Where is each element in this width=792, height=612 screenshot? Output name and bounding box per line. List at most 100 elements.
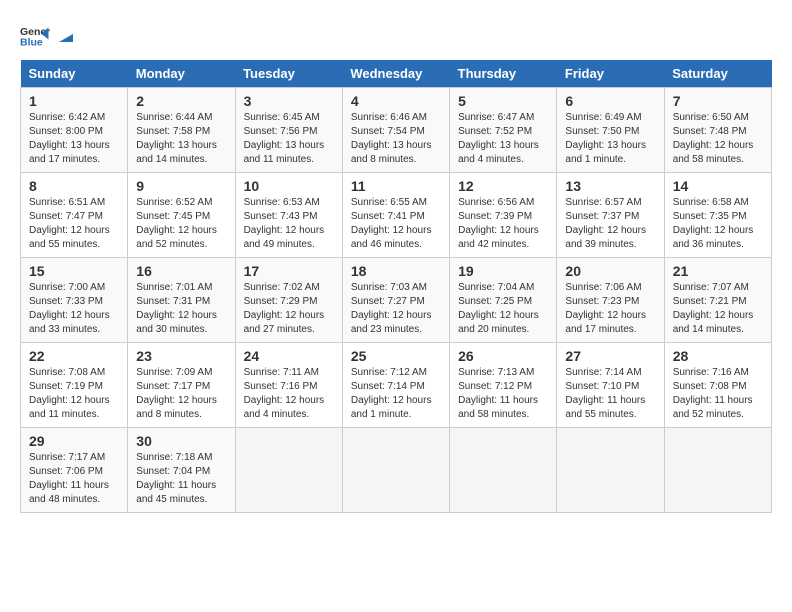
day-number: 19	[458, 263, 548, 279]
calendar-cell: 7 Sunrise: 6:50 AMSunset: 7:48 PMDayligh…	[664, 88, 771, 173]
day-number: 20	[565, 263, 655, 279]
day-number: 4	[351, 93, 441, 109]
day-info: Sunrise: 6:52 AMSunset: 7:45 PMDaylight:…	[136, 197, 217, 250]
logo-icon: General Blue	[20, 20, 50, 50]
calendar-cell: 27 Sunrise: 7:14 AMSunset: 7:10 PMDaylig…	[557, 343, 664, 428]
day-info: Sunrise: 7:07 AMSunset: 7:21 PMDaylight:…	[673, 282, 754, 335]
day-info: Sunrise: 7:03 AMSunset: 7:27 PMDaylight:…	[351, 282, 432, 335]
calendar-cell: 29 Sunrise: 7:17 AMSunset: 7:06 PMDaylig…	[21, 428, 128, 513]
calendar-week-row: 22 Sunrise: 7:08 AMSunset: 7:19 PMDaylig…	[21, 343, 772, 428]
calendar-cell: 21 Sunrise: 7:07 AMSunset: 7:21 PMDaylig…	[664, 258, 771, 343]
day-number: 25	[351, 348, 441, 364]
day-number: 5	[458, 93, 548, 109]
day-number: 2	[136, 93, 226, 109]
day-number: 30	[136, 433, 226, 449]
calendar-week-row: 29 Sunrise: 7:17 AMSunset: 7:06 PMDaylig…	[21, 428, 772, 513]
day-info: Sunrise: 7:14 AMSunset: 7:10 PMDaylight:…	[565, 367, 645, 420]
calendar-cell: 6 Sunrise: 6:49 AMSunset: 7:50 PMDayligh…	[557, 88, 664, 173]
day-number: 23	[136, 348, 226, 364]
calendar-cell: 12 Sunrise: 6:56 AMSunset: 7:39 PMDaylig…	[450, 173, 557, 258]
calendar-cell: 13 Sunrise: 6:57 AMSunset: 7:37 PMDaylig…	[557, 173, 664, 258]
day-info: Sunrise: 6:55 AMSunset: 7:41 PMDaylight:…	[351, 197, 432, 250]
calendar-cell: 11 Sunrise: 6:55 AMSunset: 7:41 PMDaylig…	[342, 173, 449, 258]
header-tuesday: Tuesday	[235, 60, 342, 88]
day-number: 17	[244, 263, 334, 279]
day-info: Sunrise: 7:16 AMSunset: 7:08 PMDaylight:…	[673, 367, 753, 420]
day-info: Sunrise: 6:47 AMSunset: 7:52 PMDaylight:…	[458, 112, 539, 165]
day-number: 11	[351, 178, 441, 194]
day-number: 1	[29, 93, 119, 109]
header-monday: Monday	[128, 60, 235, 88]
logo: General Blue	[20, 20, 76, 50]
day-number: 8	[29, 178, 119, 194]
calendar-cell: 2 Sunrise: 6:44 AMSunset: 7:58 PMDayligh…	[128, 88, 235, 173]
day-info: Sunrise: 6:51 AMSunset: 7:47 PMDaylight:…	[29, 197, 110, 250]
calendar-cell: 25 Sunrise: 7:12 AMSunset: 7:14 PMDaylig…	[342, 343, 449, 428]
calendar-cell: 15 Sunrise: 7:00 AMSunset: 7:33 PMDaylig…	[21, 258, 128, 343]
day-number: 3	[244, 93, 334, 109]
calendar-cell	[235, 428, 342, 513]
logo-triangle-icon	[57, 26, 75, 44]
calendar-cell: 10 Sunrise: 6:53 AMSunset: 7:43 PMDaylig…	[235, 173, 342, 258]
calendar-cell: 28 Sunrise: 7:16 AMSunset: 7:08 PMDaylig…	[664, 343, 771, 428]
day-info: Sunrise: 7:13 AMSunset: 7:12 PMDaylight:…	[458, 367, 538, 420]
calendar-cell	[342, 428, 449, 513]
calendar-table: SundayMondayTuesdayWednesdayThursdayFrid…	[20, 60, 772, 513]
day-info: Sunrise: 7:09 AMSunset: 7:17 PMDaylight:…	[136, 367, 217, 420]
day-info: Sunrise: 6:45 AMSunset: 7:56 PMDaylight:…	[244, 112, 325, 165]
day-number: 22	[29, 348, 119, 364]
calendar-cell: 18 Sunrise: 7:03 AMSunset: 7:27 PMDaylig…	[342, 258, 449, 343]
day-info: Sunrise: 6:56 AMSunset: 7:39 PMDaylight:…	[458, 197, 539, 250]
day-info: Sunrise: 7:04 AMSunset: 7:25 PMDaylight:…	[458, 282, 539, 335]
day-info: Sunrise: 6:49 AMSunset: 7:50 PMDaylight:…	[565, 112, 646, 165]
day-info: Sunrise: 6:57 AMSunset: 7:37 PMDaylight:…	[565, 197, 646, 250]
calendar-cell: 20 Sunrise: 7:06 AMSunset: 7:23 PMDaylig…	[557, 258, 664, 343]
calendar-cell: 5 Sunrise: 6:47 AMSunset: 7:52 PMDayligh…	[450, 88, 557, 173]
calendar-cell	[557, 428, 664, 513]
day-number: 9	[136, 178, 226, 194]
day-number: 13	[565, 178, 655, 194]
day-info: Sunrise: 7:01 AMSunset: 7:31 PMDaylight:…	[136, 282, 217, 335]
day-number: 28	[673, 348, 763, 364]
calendar-cell: 9 Sunrise: 6:52 AMSunset: 7:45 PMDayligh…	[128, 173, 235, 258]
calendar-cell: 8 Sunrise: 6:51 AMSunset: 7:47 PMDayligh…	[21, 173, 128, 258]
day-info: Sunrise: 6:58 AMSunset: 7:35 PMDaylight:…	[673, 197, 754, 250]
day-number: 10	[244, 178, 334, 194]
day-number: 21	[673, 263, 763, 279]
calendar-week-row: 1 Sunrise: 6:42 AMSunset: 8:00 PMDayligh…	[21, 88, 772, 173]
calendar-cell: 17 Sunrise: 7:02 AMSunset: 7:29 PMDaylig…	[235, 258, 342, 343]
day-number: 27	[565, 348, 655, 364]
day-info: Sunrise: 7:18 AMSunset: 7:04 PMDaylight:…	[136, 452, 216, 505]
calendar-header-row: SundayMondayTuesdayWednesdayThursdayFrid…	[21, 60, 772, 88]
logo-text	[56, 25, 76, 45]
day-info: Sunrise: 6:44 AMSunset: 7:58 PMDaylight:…	[136, 112, 217, 165]
calendar-cell	[450, 428, 557, 513]
day-number: 29	[29, 433, 119, 449]
day-number: 16	[136, 263, 226, 279]
calendar-cell	[664, 428, 771, 513]
header-wednesday: Wednesday	[342, 60, 449, 88]
calendar-cell: 3 Sunrise: 6:45 AMSunset: 7:56 PMDayligh…	[235, 88, 342, 173]
calendar-cell: 19 Sunrise: 7:04 AMSunset: 7:25 PMDaylig…	[450, 258, 557, 343]
calendar-cell: 1 Sunrise: 6:42 AMSunset: 8:00 PMDayligh…	[21, 88, 128, 173]
calendar-cell: 16 Sunrise: 7:01 AMSunset: 7:31 PMDaylig…	[128, 258, 235, 343]
day-info: Sunrise: 7:00 AMSunset: 7:33 PMDaylight:…	[29, 282, 110, 335]
day-number: 26	[458, 348, 548, 364]
calendar-cell: 26 Sunrise: 7:13 AMSunset: 7:12 PMDaylig…	[450, 343, 557, 428]
calendar-cell: 24 Sunrise: 7:11 AMSunset: 7:16 PMDaylig…	[235, 343, 342, 428]
header-saturday: Saturday	[664, 60, 771, 88]
day-number: 18	[351, 263, 441, 279]
calendar-week-row: 15 Sunrise: 7:00 AMSunset: 7:33 PMDaylig…	[21, 258, 772, 343]
svg-text:Blue: Blue	[20, 37, 43, 49]
day-info: Sunrise: 6:50 AMSunset: 7:48 PMDaylight:…	[673, 112, 754, 165]
day-info: Sunrise: 7:06 AMSunset: 7:23 PMDaylight:…	[565, 282, 646, 335]
day-number: 6	[565, 93, 655, 109]
calendar-cell: 4 Sunrise: 6:46 AMSunset: 7:54 PMDayligh…	[342, 88, 449, 173]
day-number: 15	[29, 263, 119, 279]
day-number: 12	[458, 178, 548, 194]
day-info: Sunrise: 6:42 AMSunset: 8:00 PMDaylight:…	[29, 112, 110, 165]
calendar-cell: 30 Sunrise: 7:18 AMSunset: 7:04 PMDaylig…	[128, 428, 235, 513]
calendar-week-row: 8 Sunrise: 6:51 AMSunset: 7:47 PMDayligh…	[21, 173, 772, 258]
calendar-cell: 14 Sunrise: 6:58 AMSunset: 7:35 PMDaylig…	[664, 173, 771, 258]
day-number: 24	[244, 348, 334, 364]
